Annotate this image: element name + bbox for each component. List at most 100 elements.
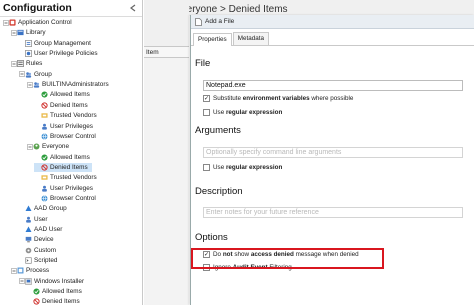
collapse-toggle-icon[interactable] <box>26 80 33 89</box>
configuration-header: Configuration <box>0 0 142 17</box>
collapse-toggle-icon[interactable] <box>2 18 9 27</box>
tree-item-user-privileges[interactable]: User Privileges <box>34 184 93 193</box>
allowed-icon <box>41 153 48 161</box>
tree-item-label: BUILTIN\Administrators <box>42 81 109 89</box>
file-regex-label: Use regular expression <box>213 109 283 116</box>
tree-item-label: User Privileges <box>50 122 93 130</box>
tree-item-denied-items[interactable]: Denied Items <box>26 297 80 305</box>
denied-icon <box>41 102 48 109</box>
substitute-env-row[interactable]: ✓ Substitute environment variables where… <box>203 95 353 102</box>
tree-item-label: Group <box>34 70 52 78</box>
tree-item-label: Scripted <box>34 257 58 265</box>
tree-item-user-privileges[interactable]: User Privileges <box>34 122 93 131</box>
tree-item-windows-installer[interactable]: Windows Installer <box>18 277 84 286</box>
file-section-heading: File <box>195 58 211 69</box>
user-icon <box>25 216 32 223</box>
tree-item-application-control[interactable]: Application Control <box>2 18 72 27</box>
tree-item-builtin-administrators[interactable]: BUILTIN\Administrators <box>26 80 109 89</box>
tree-item-browser-control[interactable]: Browser Control <box>34 194 96 203</box>
file-regex-checkbox[interactable] <box>203 109 210 116</box>
description-field[interactable]: Enter notes for your future reference <box>203 207 463 218</box>
tree-item-allowed-items[interactable]: Allowed Items <box>26 287 82 296</box>
tree-item-everyone[interactable]: Everyone <box>26 142 69 151</box>
items-list-pane: Item <box>144 0 189 305</box>
tree-item-trusted-vendors[interactable]: Trusted Vendors <box>34 173 97 182</box>
tree-item-device[interactable]: Device <box>18 235 54 244</box>
collapse-toggle-icon[interactable] <box>26 142 33 151</box>
tree-item-allowed-items[interactable]: Allowed Items <box>34 153 90 162</box>
rules-icon <box>17 60 24 68</box>
tree-item-browser-control[interactable]: Browser Control <box>34 132 96 141</box>
collapse-toggle-icon[interactable] <box>18 277 25 286</box>
tab-metadata[interactable]: Metadata <box>232 32 269 45</box>
tree-item-group-management[interactable]: Group Management <box>18 39 91 48</box>
tree-item-user[interactable]: User <box>18 215 48 224</box>
group-mgmt-icon <box>25 39 32 47</box>
file-name-field[interactable]: Notepad.exe <box>203 80 463 91</box>
tree-item-group[interactable]: Group <box>18 70 52 79</box>
policy-icon <box>25 50 32 57</box>
collapse-toggle-icon[interactable] <box>10 28 17 37</box>
tree-item-denied-items[interactable]: Denied Items <box>34 101 88 110</box>
tree-item-library[interactable]: Library <box>10 28 46 37</box>
users-icon <box>33 81 40 88</box>
tree-item-aad-group[interactable]: AAD Group <box>18 204 67 213</box>
tree-item-trusted-vendors[interactable]: Trusted Vendors <box>34 111 97 120</box>
items-list[interactable] <box>144 58 189 305</box>
arguments-section-heading: Arguments <box>195 125 241 136</box>
tree-item-label: Trusted Vendors <box>50 112 97 120</box>
tree-item-allowed-items[interactable]: Allowed Items <box>34 90 90 99</box>
tree-item-label: AAD Group <box>34 205 67 213</box>
tree-item-label: Allowed Items <box>42 288 82 296</box>
tree-item-label: Denied Items <box>42 298 80 305</box>
tree-item-user-privilege-policies[interactable]: User Privilege Policies <box>18 49 98 58</box>
options-section-heading: Options <box>195 232 228 243</box>
library-icon <box>17 29 24 36</box>
scripted-icon <box>25 257 32 264</box>
substitute-env-label: Substitute environment variables where p… <box>213 95 354 102</box>
arguments-regex-row[interactable]: Use regular expression <box>203 164 282 171</box>
file-icon <box>195 18 202 26</box>
dialog-title-bar: Add a File <box>191 15 474 29</box>
tree-item-label: Browser Control <box>50 194 96 202</box>
tree-item-rules[interactable]: Rules <box>10 59 42 68</box>
tree-item-label: Library <box>26 29 46 37</box>
group-icon <box>25 71 32 78</box>
collapse-panel-icon[interactable] <box>128 3 138 13</box>
item-column-header[interactable]: Item <box>144 46 189 58</box>
custom-icon <box>25 247 32 254</box>
aad-group-icon <box>25 205 32 212</box>
tree-item-label: Windows Installer <box>34 277 85 285</box>
tree-item-custom[interactable]: Custom <box>18 246 56 255</box>
dialog-tabs: Properties Metadata <box>191 29 474 46</box>
collapse-toggle-icon[interactable] <box>18 70 25 79</box>
file-regex-row[interactable]: Use regular expression <box>203 109 282 116</box>
tree-item-denied-items[interactable]: Denied Items <box>34 162 92 172</box>
collapse-toggle-icon[interactable] <box>10 59 17 68</box>
collapse-toggle-icon[interactable] <box>10 266 17 275</box>
tree-item-label: Allowed Items <box>50 153 90 161</box>
tree-item-label: Process <box>26 267 50 275</box>
page-title: Everyone > Denied Items <box>175 4 288 15</box>
arguments-regex-label: Use regular expression <box>213 164 283 171</box>
tree-item-scripted[interactable]: Scripted <box>18 256 57 265</box>
privileges-icon <box>41 185 48 192</box>
arguments-field[interactable]: Optionally specify command line argument… <box>203 147 463 158</box>
tree-item-process[interactable]: Process <box>10 266 49 275</box>
substitute-env-checkbox[interactable]: ✓ <box>203 95 210 102</box>
arguments-regex-checkbox[interactable] <box>203 164 210 171</box>
tree-item-label: Allowed Items <box>50 91 90 99</box>
tab-properties[interactable]: Properties <box>193 33 232 46</box>
tree-item-label: Everyone <box>42 143 69 151</box>
everyone-icon <box>33 143 40 150</box>
tree-item-aad-user[interactable]: AAD User <box>18 225 62 234</box>
